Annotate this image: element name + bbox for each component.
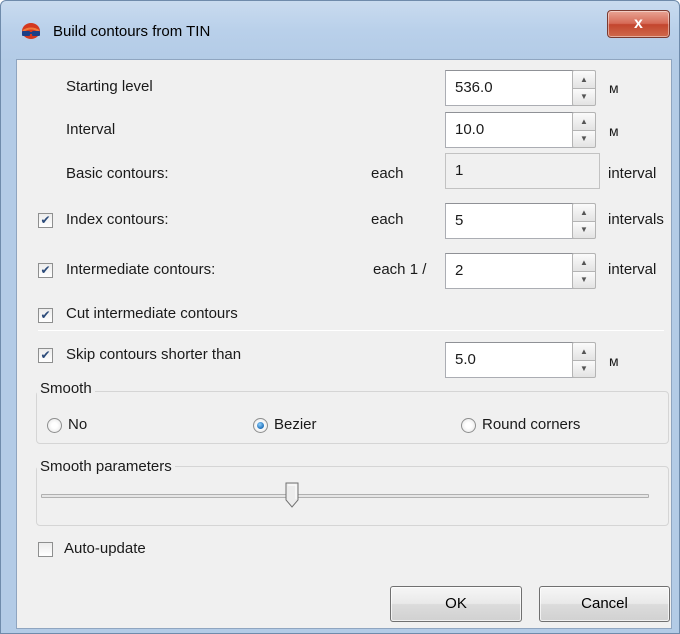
spin-up-icon[interactable]: ▲ xyxy=(572,203,596,221)
starting-level-spinner[interactable]: ▲ ▼ xyxy=(572,70,596,106)
auto-update-checkbox[interactable] xyxy=(38,542,53,557)
radio-no-label[interactable]: No xyxy=(68,416,87,433)
index-contours-spinner[interactable]: ▲ ▼ xyxy=(572,203,596,239)
radio-no[interactable] xyxy=(47,418,62,433)
interval-label: Interval xyxy=(66,121,116,138)
skip-shorter-spinner[interactable]: ▲ ▼ xyxy=(572,342,596,378)
spin-up-icon[interactable]: ▲ xyxy=(572,112,596,130)
radio-bezier-label[interactable]: Bezier xyxy=(274,416,317,433)
spin-up-icon[interactable]: ▲ xyxy=(572,70,596,88)
starting-level-label: Starting level xyxy=(66,78,153,95)
intermediate-contours-each: each 1 / xyxy=(373,261,427,278)
starting-level-input[interactable]: 536.0 xyxy=(445,70,575,106)
interval-input[interactable]: 10.0 xyxy=(445,112,575,148)
radio-round-corners-label[interactable]: Round corners xyxy=(482,416,580,433)
cut-intermediate-checkbox[interactable]: ✔ xyxy=(38,308,53,323)
intermediate-contours-spinner[interactable]: ▲ ▼ xyxy=(572,253,596,289)
smooth-parameters-title: Smooth parameters xyxy=(37,458,175,475)
spin-up-icon[interactable]: ▲ xyxy=(572,253,596,271)
separator xyxy=(38,330,664,331)
spin-up-icon[interactable]: ▲ xyxy=(572,342,596,360)
close-button[interactable]: x xyxy=(607,10,670,38)
intermediate-contours-input[interactable]: 2 xyxy=(445,253,575,289)
auto-update-label: Auto-update xyxy=(64,540,146,557)
smooth-group-title: Smooth xyxy=(37,380,95,397)
intermediate-contours-label: Intermediate contours: xyxy=(66,261,216,278)
skip-shorter-checkbox[interactable]: ✔ xyxy=(38,348,53,363)
index-contours-unit: intervals xyxy=(608,211,664,228)
starting-level-unit: м xyxy=(609,80,619,96)
window-title: Build contours from TIN xyxy=(53,23,211,40)
cut-intermediate-label: Cut intermediate contours xyxy=(66,305,238,322)
index-contours-input[interactable]: 5 xyxy=(445,203,575,239)
radio-bezier[interactable] xyxy=(253,418,268,433)
index-contours-each: each xyxy=(371,211,404,228)
app-logo-icon xyxy=(19,22,43,42)
cancel-button[interactable]: Cancel xyxy=(539,586,670,622)
skip-shorter-input[interactable]: 5.0 xyxy=(445,342,575,378)
basic-contours-each: each xyxy=(371,165,404,182)
skip-shorter-label: Skip contours shorter than xyxy=(66,346,242,363)
spin-down-icon[interactable]: ▼ xyxy=(572,360,596,378)
basic-contours-input: 1 xyxy=(445,153,600,189)
index-contours-label: Index contours: xyxy=(66,211,169,228)
basic-contours-label: Basic contours: xyxy=(66,165,169,182)
skip-shorter-unit: м xyxy=(609,353,619,369)
smooth-slider-thumb[interactable] xyxy=(285,482,299,508)
spin-down-icon[interactable]: ▼ xyxy=(572,221,596,239)
title-bar[interactable]: Build contours from TIN x xyxy=(1,1,679,59)
intermediate-contours-unit: interval xyxy=(608,261,657,278)
basic-contours-unit: interval xyxy=(608,165,657,182)
interval-unit: м xyxy=(609,123,619,139)
interval-spinner[interactable]: ▲ ▼ xyxy=(572,112,596,148)
ok-button[interactable]: OK xyxy=(390,586,522,622)
dialog-window: Build contours from TIN x Starting level… xyxy=(0,0,680,634)
spin-down-icon[interactable]: ▼ xyxy=(572,271,596,289)
spin-down-icon[interactable]: ▼ xyxy=(572,88,596,106)
intermediate-contours-checkbox[interactable]: ✔ xyxy=(38,263,53,278)
index-contours-checkbox[interactable]: ✔ xyxy=(38,213,53,228)
radio-round-corners[interactable] xyxy=(461,418,476,433)
spin-down-icon[interactable]: ▼ xyxy=(572,130,596,148)
smooth-slider-track[interactable] xyxy=(41,494,649,498)
